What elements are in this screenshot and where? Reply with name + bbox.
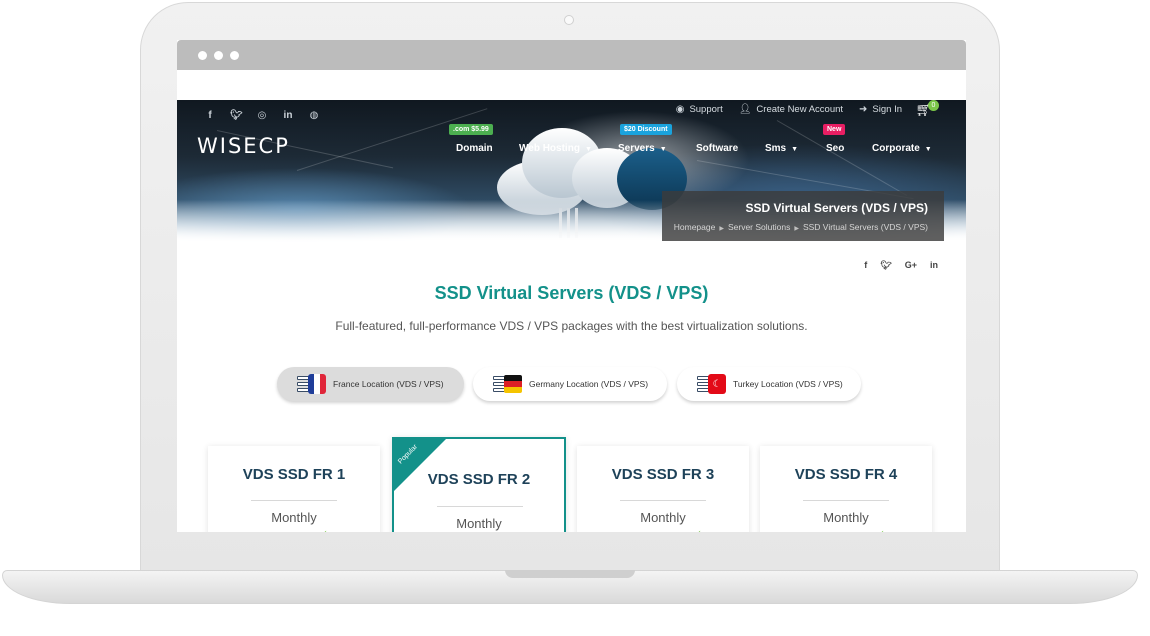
server-turkey-icon: ☾ <box>697 374 726 394</box>
cart-count: 0 <box>928 100 939 111</box>
network-line <box>296 108 488 171</box>
divider <box>437 506 523 507</box>
server-france-icon <box>297 374 326 394</box>
page-title-box: SSD Virtual Servers (VDS / VPS) Homepage… <box>662 191 944 241</box>
nav-software[interactable]: Software <box>696 143 738 154</box>
server-germany-icon <box>493 374 522 394</box>
breadcrumb-current: SSD Virtual Servers (VDS / VPS) <box>802 222 928 232</box>
check-icon: ✓ <box>321 529 328 532</box>
caret-right-icon: ▶ <box>719 226 724 232</box>
screen: f 🐦︎ ◎ in ◍ WISECP ◉ Support 👤︎ Create New… <box>177 40 966 532</box>
location-label: France Location (VDS / VPS) <box>333 379 444 389</box>
location-germany-button[interactable]: Germany Location (VDS / VPS) <box>473 367 667 401</box>
check-icon: ✓ <box>695 529 702 532</box>
breadcrumb-server-solutions[interactable]: Server Solutions <box>728 222 790 232</box>
laptop-notch <box>505 570 635 578</box>
linkedin-icon[interactable]: in <box>282 110 294 121</box>
sign-in-link[interactable]: ➜ Sign In <box>859 104 902 115</box>
location-label: Turkey Location (VDS / VPS) <box>733 379 843 389</box>
page-title: SSD Virtual Servers (VDS / VPS) <box>745 201 928 215</box>
servers-badge: $20 Discount <box>620 124 672 135</box>
twitter-icon[interactable]: 🐦︎ <box>230 110 243 121</box>
caret-right-icon: ▶ <box>794 226 799 232</box>
nav-label: Servers <box>618 143 655 154</box>
plan-name: VDS SSD FR 2 <box>427 471 531 488</box>
globe-icon[interactable]: ◍ <box>308 110 320 121</box>
support-icon: ◉ <box>675 104 685 115</box>
top-links: ◉ Support 👤︎ Create New Account ➜ Sign In <box>676 104 902 115</box>
plan-card: VDS SSD FR 1 Monthly ✓ <box>208 446 380 532</box>
plan-period: Monthly <box>640 510 686 525</box>
social-links: f 🐦︎ ◎ in ◍ <box>204 110 320 121</box>
linkedin-share-icon[interactable]: in <box>930 260 938 271</box>
support-label: Support <box>689 104 723 115</box>
browser-bar <box>177 40 966 70</box>
twitter-share-icon[interactable]: 🐦︎ <box>880 260 891 271</box>
nav-label: Corporate <box>872 143 920 154</box>
laptop-mockup: f 🐦︎ ◎ in ◍ WISECP ◉ Support 👤︎ Create New… <box>0 0 1150 636</box>
sign-in-icon: ➜ <box>859 104 868 115</box>
web-page: f 🐦︎ ◎ in ◍ WISECP ◉ Support 👤︎ Create New… <box>177 100 966 532</box>
plan-name: VDS SSD FR 1 <box>242 466 346 483</box>
chevron-down-icon: ▼ <box>584 146 592 153</box>
share-links: f 🐦︎ G+ in <box>864 260 938 271</box>
nav-domain[interactable]: Domain <box>456 143 493 154</box>
nav-label: Sms <box>765 143 787 154</box>
divider <box>620 500 706 501</box>
breadcrumb-home[interactable]: Homepage <box>674 222 716 232</box>
seo-badge: New <box>823 124 846 135</box>
support-link[interactable]: ◉ Support <box>676 104 723 115</box>
section-title: SSD Virtual Servers (VDS / VPS) <box>434 283 709 303</box>
nav-label: Software <box>696 143 739 154</box>
nav-corporate[interactable]: Corporate ▼ <box>872 143 932 154</box>
plan-period: Monthly <box>823 510 869 525</box>
location-label: Germany Location (VDS / VPS) <box>529 379 649 389</box>
user-plus-icon: 👤︎ <box>738 104 752 115</box>
divider <box>803 500 889 501</box>
location-france-button[interactable]: France Location (VDS / VPS) <box>277 367 464 401</box>
window-dot <box>214 51 223 60</box>
sign-in-label: Sign In <box>872 104 902 115</box>
nav-servers[interactable]: Servers ▼ <box>618 143 667 154</box>
plan-period: Monthly <box>271 510 317 525</box>
nav-web-hosting[interactable]: Web Hosting ▼ <box>519 143 592 154</box>
plan-name: VDS SSD FR 4 <box>794 466 898 483</box>
plan-card-popular: Popular VDS SSD FR 2 Monthly <box>392 437 566 532</box>
section-subtitle: Full-featured, full-performance VDS / VP… <box>335 319 808 333</box>
facebook-share-icon[interactable]: f <box>864 260 867 271</box>
nav-label: Web Hosting <box>519 143 580 154</box>
chevron-down-icon: ▼ <box>924 146 932 153</box>
plan-card: VDS SSD FR 3 Monthly ✓ <box>577 446 749 532</box>
site-logo[interactable]: WISECP <box>197 134 290 158</box>
hero-header: f 🐦︎ ◎ in ◍ WISECP ◉ Support 👤︎ Create New… <box>177 100 966 242</box>
instagram-icon[interactable]: ◎ <box>256 110 268 121</box>
camera-dot <box>564 15 574 25</box>
google-plus-share-icon[interactable]: G+ <box>905 260 917 271</box>
breadcrumb: Homepage ▶ Server Solutions ▶ SSD Virtual Se… <box>662 222 928 232</box>
plan-card: VDS SSD FR 4 Monthly ✓ <box>760 446 932 532</box>
nav-label: Domain <box>456 143 493 154</box>
nav-label: Seo <box>826 143 845 154</box>
nav-seo[interactable]: Seo <box>826 143 844 154</box>
create-account-link[interactable]: 👤︎ Create New Account <box>739 104 843 115</box>
nav-sms[interactable]: Sms ▼ <box>765 143 798 154</box>
chevron-down-icon: ▼ <box>791 146 799 153</box>
facebook-icon[interactable]: f <box>204 110 216 121</box>
check-icon: ✓ <box>878 529 885 532</box>
divider <box>251 500 337 501</box>
location-turkey-button[interactable]: ☾ Turkey Location (VDS / VPS) <box>677 367 861 401</box>
chevron-down-icon: ▼ <box>659 146 667 153</box>
domain-badge: .com $5.99 <box>449 124 493 135</box>
plan-name: VDS SSD FR 3 <box>611 466 715 483</box>
plan-period: Monthly <box>456 516 502 531</box>
window-dot <box>230 51 239 60</box>
window-dot <box>198 51 207 60</box>
create-account-label: Create New Account <box>756 104 844 115</box>
